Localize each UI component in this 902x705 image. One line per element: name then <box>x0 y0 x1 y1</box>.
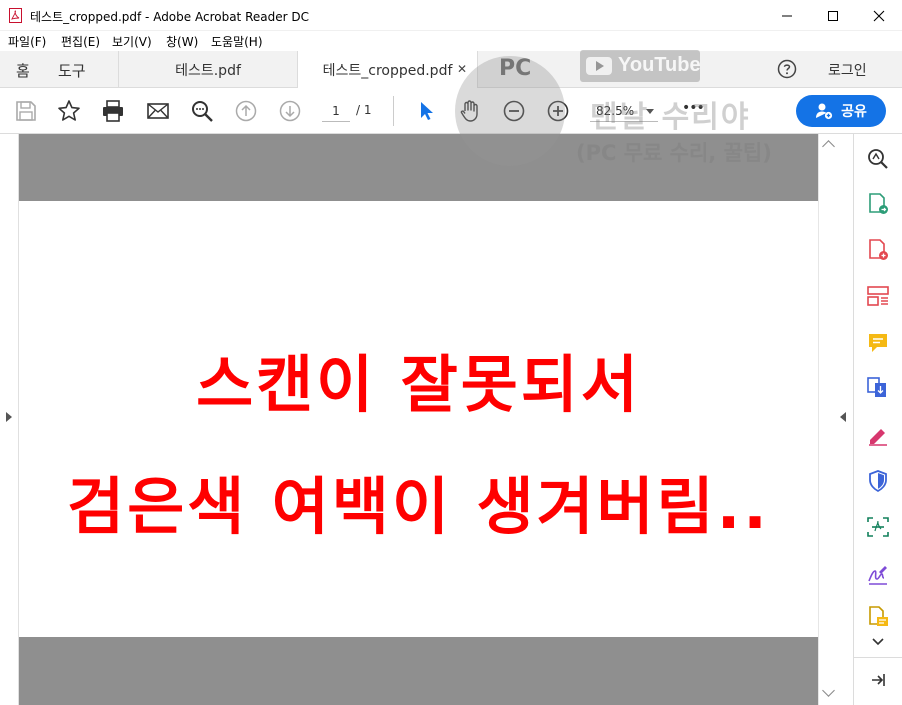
login-link[interactable]: 로그인 <box>828 60 867 80</box>
minimize-button[interactable] <box>764 0 810 31</box>
hand-tool-icon[interactable] <box>458 99 482 123</box>
scroll-down-icon[interactable] <box>822 684 835 697</box>
zoom-level-select[interactable]: 82.5% <box>590 100 658 122</box>
organize-pages-icon[interactable] <box>866 284 890 308</box>
chevron-down-icon[interactable] <box>872 637 884 647</box>
tab-label: 테스트.pdf <box>175 62 241 79</box>
menu-help[interactable]: 도움말(H) <box>211 33 263 50</box>
chevron-down-icon <box>646 109 654 114</box>
request-signature-icon[interactable] <box>866 562 890 586</box>
tab-label: 테스트_cropped.pdf <box>322 62 453 79</box>
select-cursor-icon[interactable] <box>415 99 439 123</box>
save-icon[interactable] <box>14 99 38 123</box>
menu-window[interactable]: 창(W) <box>166 33 198 50</box>
find-zoom-icon[interactable] <box>190 99 214 123</box>
enhance-scan-icon[interactable] <box>866 147 890 171</box>
nav-tools[interactable]: 도구 <box>58 60 86 81</box>
bookmark-star-icon[interactable] <box>57 99 81 123</box>
tools-panel <box>853 134 902 705</box>
minimize-icon <box>782 15 792 16</box>
panel-divider <box>854 657 902 658</box>
vertical-scrollbar[interactable] <box>818 134 838 705</box>
collapse-right-panel-icon[interactable] <box>840 412 846 422</box>
tab-document-test[interactable]: 테스트.pdf <box>118 51 298 88</box>
close-icon <box>873 10 885 21</box>
export-pdf-icon[interactable] <box>866 192 890 216</box>
tab-close-icon[interactable]: ✕ <box>457 62 467 76</box>
page-number-input[interactable]: 1 <box>322 100 350 122</box>
zoom-out-icon[interactable] <box>502 99 526 123</box>
protect-icon[interactable] <box>866 469 890 493</box>
more-tools-icon[interactable] <box>866 605 890 629</box>
help-icon[interactable] <box>777 59 797 79</box>
menu-view[interactable]: 보기(V) <box>112 33 152 50</box>
tab-bar: 홈 도구 테스트.pdf 테스트_cropped.pdf ✕ 로그인 <box>0 51 902 88</box>
scan-ocr-icon[interactable] <box>866 515 890 539</box>
menu-edit[interactable]: 편집(E) <box>61 33 100 50</box>
toolbar-divider <box>393 96 394 126</box>
email-icon[interactable] <box>146 99 170 123</box>
close-button[interactable] <box>856 0 902 31</box>
toolbar: 1 / 1 82.5% ••• 공유 <box>0 88 902 134</box>
menu-file[interactable]: 파일(F) <box>8 33 46 50</box>
tab-document-test-cropped[interactable]: 테스트_cropped.pdf ✕ <box>298 51 478 88</box>
window-title: 테스트_cropped.pdf - Adobe Acrobat Reader D… <box>30 10 309 24</box>
create-pdf-icon[interactable] <box>866 238 890 262</box>
document-text-line-2: 검은색 여백이 생겨버림.. <box>67 470 770 543</box>
maximize-icon <box>828 10 838 21</box>
zoom-in-icon[interactable] <box>546 99 570 123</box>
comment-icon[interactable] <box>866 331 890 355</box>
left-panel-toggle[interactable] <box>0 134 19 705</box>
menu-bar: 파일(F) 편집(E) 보기(V) 창(W) 도움말(H) <box>0 31 902 51</box>
previous-page-icon[interactable] <box>234 99 258 123</box>
zoom-value: 82.5% <box>596 104 635 118</box>
more-tools-button[interactable]: ••• <box>682 100 705 116</box>
maximize-button[interactable] <box>810 0 856 31</box>
nav-home[interactable]: 홈 <box>16 60 30 81</box>
acrobat-app-icon <box>9 8 22 23</box>
document-text-line-1: 스캔이 잘못되서 <box>196 348 641 421</box>
collapse-tools-pane-icon[interactable] <box>870 672 886 688</box>
share-button[interactable]: 공유 <box>796 95 886 127</box>
scroll-up-icon[interactable] <box>822 140 835 153</box>
add-user-icon <box>816 103 833 120</box>
title-bar: 테스트_cropped.pdf - Adobe Acrobat Reader D… <box>0 0 902 31</box>
expand-left-icon <box>6 412 12 422</box>
combine-files-icon[interactable] <box>866 376 890 400</box>
page-total: / 1 <box>356 103 372 117</box>
next-page-icon[interactable] <box>278 99 302 123</box>
share-label: 공유 <box>841 104 867 120</box>
print-icon[interactable] <box>101 99 125 123</box>
fill-sign-icon[interactable] <box>866 423 890 447</box>
